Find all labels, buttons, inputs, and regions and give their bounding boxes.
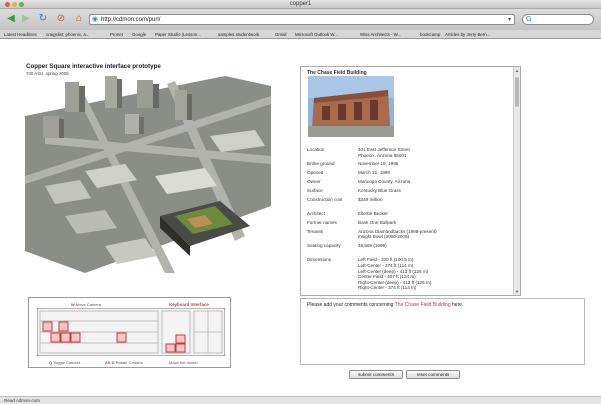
scroll-up-icon[interactable]: ▲ — [514, 68, 520, 73]
toggle-camera-label: Q Toggle Camera — [49, 360, 81, 365]
city-3d-model[interactable] — [25, 76, 271, 273]
tower-building[interactable] — [125, 114, 144, 134]
key-down — [175, 343, 186, 353]
bookmark-item[interactable]: Google — [132, 32, 146, 37]
fact-label: Tenants — [307, 228, 324, 234]
chevron-down-icon[interactable]: ▾ — [508, 16, 511, 23]
fact-value: $349 million — [358, 196, 383, 202]
bookmark-item[interactable]: samples.studentwork — [218, 32, 259, 37]
home-button[interactable]: ⌂ — [73, 13, 85, 25]
move-model-label: Move the model — [169, 360, 198, 365]
fact-value: Arizona Diamondbacks (1998-present) Insi… — [358, 228, 437, 240]
reload-icon: ↻ — [38, 13, 48, 24]
forward-arrow-icon: ▶ — [22, 13, 30, 24]
rotate-camera-label: AS D Rotate Camera — [105, 360, 143, 365]
url-bar[interactable]: ◉ http://cdmon.com/purl/ ▾ — [89, 14, 515, 25]
status-bar: Read cdmon.com — [0, 396, 601, 404]
tower-building[interactable] — [175, 90, 192, 120]
tower-building[interactable] — [65, 82, 85, 112]
tower-building[interactable] — [137, 80, 159, 108]
bookmarks-bar: Latest Headlines craigslist: phoenix, a.… — [0, 30, 601, 39]
fact-value: 48,569 (1998) — [358, 243, 387, 248]
status-text: Read cdmon.com — [4, 398, 41, 403]
building-info-panel[interactable]: The Chase Field Building Location 401 Eas… — [300, 66, 521, 296]
tower-building[interactable] — [43, 116, 64, 138]
fact-label: Architect — [307, 211, 325, 216]
fact-value: Left Field - 330 ft (100.5 m) Left-Cente… — [358, 257, 432, 291]
tower-building[interactable] — [105, 76, 122, 108]
info-scrollbar[interactable]: ▲ ▼ — [513, 67, 520, 295]
building-photo — [308, 76, 394, 137]
comments-panel: Please add your comments concerning The … — [300, 298, 585, 365]
scroll-thumb[interactable] — [515, 77, 519, 107]
back-arrow-icon: ◀ — [7, 13, 15, 24]
fact-value: Maricopa County, Arizona — [358, 179, 411, 184]
stop-icon: ⊘ — [56, 13, 66, 24]
bookmark-item[interactable]: Microsoft Outlook W... — [295, 32, 338, 37]
back-button[interactable]: ◀ — [5, 13, 17, 25]
keyboard-interface-panel: W Move Camera Keyboard Interface Q Toggl… — [28, 297, 231, 368]
url-text[interactable]: http://cdmon.com/purl/ — [101, 17, 160, 23]
bookmark-item[interactable]: Wiss Architects - W... — [360, 32, 401, 37]
window-titlebar: copper1 — [0, 0, 601, 9]
keyboard-diagram — [37, 308, 225, 356]
key-up — [175, 334, 186, 344]
key-a — [50, 332, 61, 343]
fact-label: Opened — [307, 170, 324, 176]
move-camera-label: W Move Camera — [71, 302, 102, 307]
fact-label: Surface — [307, 187, 323, 193]
bookmark-item[interactable]: Pronet — [110, 32, 123, 37]
fact-label: Former names — [307, 219, 337, 225]
fact-label: Seating capacity — [307, 243, 341, 248]
key-left — [165, 343, 176, 353]
window-title: copper1 — [289, 1, 312, 7]
fact-label: Construction cost — [307, 196, 343, 202]
key-arrow — [116, 332, 127, 343]
fact-label: Location — [307, 147, 325, 152]
home-icon: ⌂ — [75, 13, 83, 24]
bookmark-item[interactable]: Paper Studio (Lesson... — [155, 32, 201, 37]
bookmark-item[interactable]: Latest Headlines — [4, 32, 37, 37]
comments-prompt: Please add your comments concerning The … — [307, 302, 464, 308]
page-content: Copper Square interactive interface prot… — [0, 40, 601, 395]
forward-button[interactable]: ▶ — [20, 13, 32, 25]
globe-icon: ◉ — [92, 16, 99, 23]
key-s — [60, 332, 71, 343]
search-bar[interactable]: G — [522, 14, 594, 25]
key-q — [42, 321, 53, 332]
bookmark-item[interactable]: Articles by Jerry Bern... — [445, 32, 490, 37]
bookmark-item[interactable]: bookcamp — [420, 32, 440, 37]
fact-value: November 16, 1995 — [358, 161, 399, 167]
fact-label: Broke ground — [307, 161, 335, 167]
keyboard-interface-title: Keyboard Interface — [169, 302, 209, 307]
fact-value: Kentucky Blue Grass — [358, 187, 401, 193]
stop-button[interactable]: ⊘ — [55, 13, 67, 25]
reload-button[interactable]: ↻ — [37, 13, 49, 25]
page-title: Copper Square interactive interface prot… — [26, 63, 161, 70]
comments-textarea[interactable] — [305, 310, 580, 361]
scroll-down-icon[interactable]: ▼ — [514, 289, 520, 294]
reset-comments-button[interactable]: reset comments — [406, 370, 460, 379]
google-icon: G — [526, 16, 532, 23]
browser-toolbar: ◀ ▶ ↻ ⊘ ⌂ ◉ http://cdmon.com/purl/ ▾ G — [0, 9, 601, 30]
fact-value: Bank One Ballpark — [358, 219, 397, 225]
key-w — [58, 321, 69, 332]
fact-label: Dimensions — [307, 257, 331, 263]
bookmark-item[interactable]: Gmail — [275, 32, 286, 37]
fact-value: March 31, 1998 — [358, 170, 390, 176]
fact-value: Ellerbe Becket — [358, 211, 388, 216]
fact-label: Owner — [307, 179, 321, 184]
submit-comments-button[interactable]: submit comments — [349, 370, 403, 379]
bookmark-item[interactable]: craigslist: phoenix, a... — [46, 32, 89, 37]
key-d — [70, 332, 81, 343]
fact-value: 401 East Jefferson Street Phoenix, Arizo… — [358, 147, 410, 158]
